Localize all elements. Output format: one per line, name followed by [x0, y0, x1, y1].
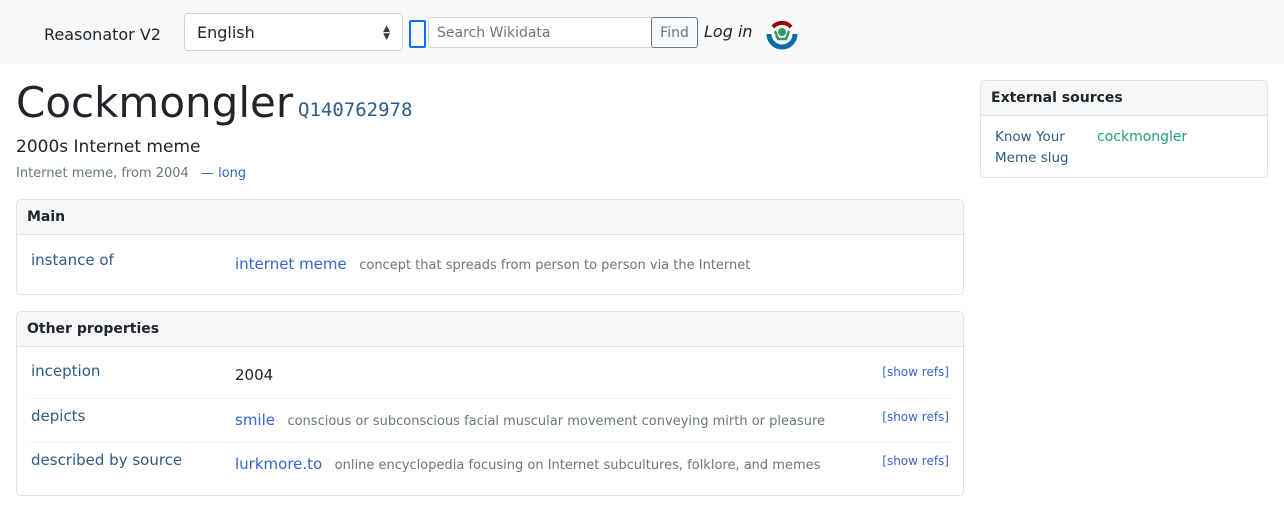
top-navbar: Reasonator V2 English ▲▼ Find Log in	[0, 0, 1284, 64]
value-link[interactable]: lurkmore.to	[235, 455, 322, 473]
external-source-link[interactable]: cockmongler	[1097, 127, 1187, 148]
property-label[interactable]: inception	[31, 362, 100, 380]
property-value: lurkmore.to online encyclopedia focusing…	[235, 455, 820, 473]
find-button[interactable]: Find	[651, 17, 698, 48]
item-title: Cockmongler	[16, 78, 294, 127]
brand-title[interactable]: Reasonator V2	[44, 25, 161, 44]
value-text: 2004	[235, 366, 274, 384]
language-selected: English	[197, 23, 255, 42]
select-arrows-icon: ▲ ▼	[383, 24, 390, 42]
property-row: instance of internet meme concept that s…	[30, 235, 950, 293]
missing-glyph-icon	[409, 20, 426, 48]
property-label[interactable]: instance of	[31, 251, 114, 269]
property-label[interactable]: described by source	[31, 451, 182, 469]
item-subtitle: 2000s Internet meme	[16, 137, 201, 157]
property-row: depicts smile conscious or subconscious …	[30, 399, 950, 443]
wikimedia-logo-icon[interactable]	[765, 17, 799, 51]
value-description: concept that spreads from person to pers…	[359, 258, 751, 273]
value-description: conscious or subconscious facial muscula…	[287, 414, 826, 429]
item-description: Internet meme, from 2004 — long	[16, 166, 246, 181]
property-row: inception 2004 [show refs]	[30, 347, 950, 399]
property-row: described by source lurkmore.to online e…	[30, 443, 950, 491]
language-select[interactable]: English ▲ ▼	[184, 13, 403, 51]
item-description-text: Internet meme, from 2004	[16, 166, 189, 181]
property-value: smile conscious or subconscious facial m…	[235, 411, 825, 429]
value-description: online encyclopedia focusing on Internet…	[334, 458, 821, 473]
external-source-label: Know Your Meme slug	[995, 129, 1069, 166]
main-card: Main instance of internet meme concept t…	[16, 199, 964, 295]
item-qid-link[interactable]: Q140762978	[298, 99, 412, 121]
show-refs-link[interactable]: [show refs]	[882, 365, 949, 379]
other-properties-card: Other properties inception 2004 [show re…	[16, 311, 964, 496]
property-label[interactable]: depicts	[31, 407, 85, 425]
long-description-link[interactable]: — long	[201, 166, 246, 181]
property-value: internet meme concept that spreads from …	[235, 255, 750, 273]
search-input[interactable]	[428, 17, 652, 48]
show-refs-link[interactable]: [show refs]	[882, 454, 949, 468]
value-link[interactable]: internet meme	[235, 255, 347, 273]
external-sources-header: External sources	[981, 81, 1267, 116]
property-value: 2004	[235, 366, 273, 384]
other-properties-header: Other properties	[17, 312, 963, 347]
external-sources-card: External sources Know Your Meme slug coc…	[980, 80, 1268, 178]
login-link[interactable]: Log in	[704, 22, 753, 41]
show-refs-link[interactable]: [show refs]	[882, 410, 949, 424]
value-link[interactable]: smile	[235, 411, 275, 429]
main-card-header: Main	[17, 200, 963, 235]
